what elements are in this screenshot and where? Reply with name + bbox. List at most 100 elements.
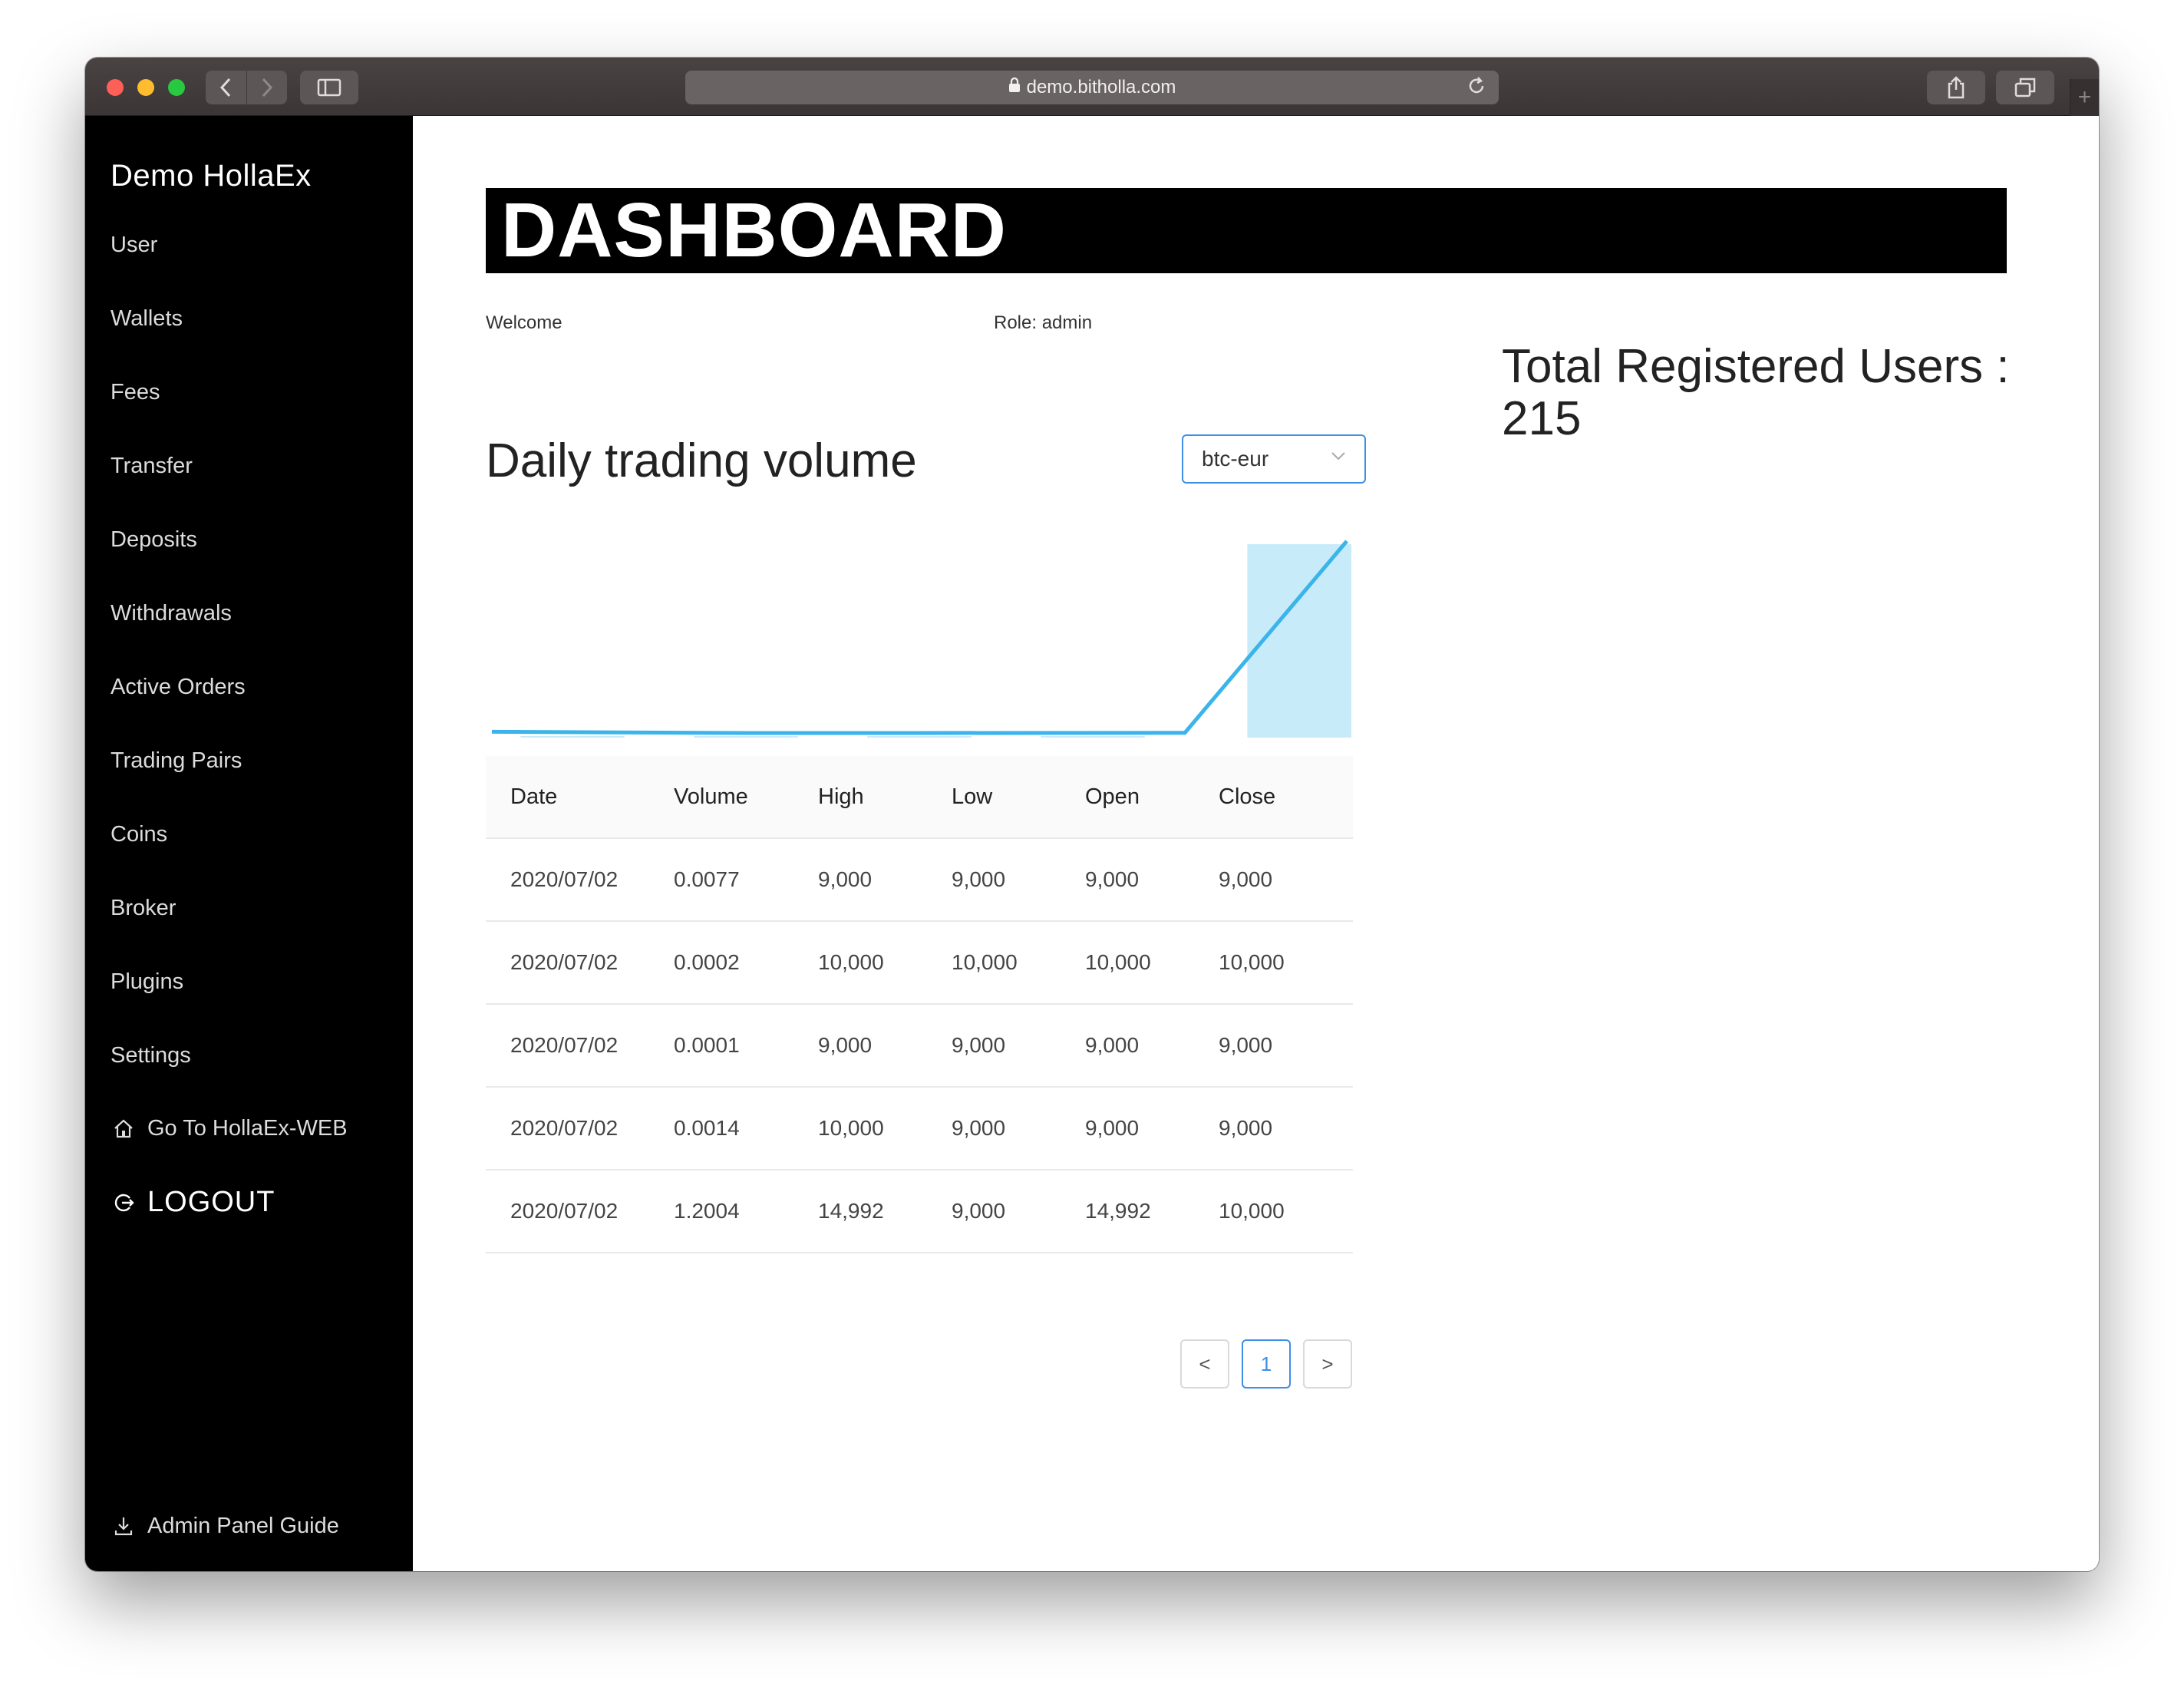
sidebar-item-coins[interactable]: Coins [111,822,167,847]
logout-icon [111,1190,137,1216]
cell-date: 2020/07/02 [510,1116,619,1140]
chevron-right-icon [262,78,272,97]
cell-close: 9,000 [1219,867,1273,891]
sidebar-icon [317,78,341,97]
sidebar-item-user[interactable]: User [111,233,157,258]
total-registered-users: Total Registered Users : 215 [1502,340,2010,445]
trading-pair-value: btc-eur [1202,447,1269,471]
sidebar-toggle-button[interactable] [300,71,358,104]
header-close[interactable]: Close [1219,784,1353,810]
volume-line [491,540,1348,735]
close-window-button[interactable] [107,79,124,96]
table-row: 2020/07/02 0.0001 9,000 9,000 9,000 9,00… [486,1005,1353,1088]
browser-titlebar: demo.bitholla.com + [85,58,2099,116]
address-bar[interactable]: demo.bitholla.com [685,71,1499,104]
table-row: 2020/07/02 0.0014 10,000 9,000 9,000 9,0… [486,1088,1353,1171]
chart-title: Daily trading volume [486,434,917,487]
cell-open: 9,000 [1085,1033,1140,1057]
header-high[interactable]: High [818,784,952,810]
header-open[interactable]: Open [1085,784,1219,810]
logout-label: LOGOUT [147,1186,275,1218]
download-icon [111,1513,137,1539]
share-icon [1948,76,1965,99]
cell-close: 10,000 [1219,950,1285,974]
sidebar-item-trading-pairs[interactable]: Trading Pairs [111,748,242,774]
cell-volume: 1.2004 [674,1199,740,1223]
chevron-down-icon [1331,452,1345,461]
tab-overview-button[interactable] [1996,71,2054,104]
pagination-prev-button[interactable]: < [1180,1339,1229,1388]
cell-open: 9,000 [1085,1116,1140,1140]
chevron-left-icon [220,78,231,97]
sidebar-item-deposits[interactable]: Deposits [111,527,197,553]
cell-high: 10,000 [818,1116,884,1140]
brand-title: Demo HollaEx [111,159,312,193]
cell-volume: 0.0002 [674,950,740,974]
volume-bar [694,736,798,738]
cell-high: 9,000 [818,1033,873,1057]
cell-date: 2020/07/02 [510,1033,619,1057]
cell-low: 9,000 [952,1033,1006,1057]
volume-bar [867,736,972,738]
minimize-window-button[interactable] [137,79,154,96]
logout-button[interactable]: LOGOUT [111,1186,275,1219]
cell-close: 10,000 [1219,1199,1285,1223]
trading-pair-select[interactable]: btc-eur [1182,434,1366,484]
sidebar-item-wallets[interactable]: Wallets [111,306,183,332]
zoom-window-button[interactable] [168,79,185,96]
trades-table: Date Volume High Low Open Close 2020/07/… [486,756,1353,1253]
browser-window: demo.bitholla.com + Demo HollaEx User Wa… [85,58,2099,1571]
welcome-text: Welcome [486,312,562,333]
table-row: 2020/07/02 0.0002 10,000 10,000 10,000 1… [486,922,1353,1005]
plus-icon: + [2077,84,2092,110]
reload-icon[interactable] [1466,75,1486,102]
cell-close: 9,000 [1219,1033,1273,1057]
cell-low: 9,000 [952,1116,1006,1140]
cell-date: 2020/07/02 [510,950,619,974]
cell-volume: 0.0077 [674,867,740,891]
role-text: Role: admin [994,312,1093,333]
sidebar-item-broker[interactable]: Broker [111,896,176,921]
sidebar-item-transfer[interactable]: Transfer [111,454,193,479]
admin-app: Demo HollaEx User Wallets Fees Transfer … [85,116,2099,1571]
sidebar-item-settings[interactable]: Settings [111,1043,191,1068]
admin-panel-guide-label: Admin Panel Guide [147,1513,339,1538]
cell-close: 9,000 [1219,1116,1273,1140]
cell-high: 14,992 [818,1199,884,1223]
cell-date: 2020/07/02 [510,867,619,891]
new-tab-button[interactable]: + [2070,79,2099,116]
share-button[interactable] [1927,71,1985,104]
cell-high: 10,000 [818,950,884,974]
sidebar-item-plugins[interactable]: Plugins [111,969,183,995]
sidebar-item-active-orders[interactable]: Active Orders [111,675,246,700]
sidebar: Demo HollaEx User Wallets Fees Transfer … [85,116,413,1571]
pagination-next-button[interactable]: > [1303,1339,1352,1388]
pagination-page-1[interactable]: 1 [1242,1339,1291,1388]
table-row: 2020/07/02 0.0077 9,000 9,000 9,000 9,00… [486,839,1353,922]
lock-icon [1008,77,1021,97]
go-to-web-label: Go To HollaEx-WEB [147,1115,348,1141]
cell-low: 9,000 [952,867,1006,891]
sidebar-item-withdrawals[interactable]: Withdrawals [111,601,232,626]
volume-bar [1041,736,1145,738]
cell-low: 10,000 [952,950,1018,974]
cell-open: 9,000 [1085,867,1140,891]
back-button[interactable] [206,71,246,104]
cell-high: 9,000 [818,867,873,891]
cell-open: 10,000 [1085,950,1151,974]
header-low[interactable]: Low [952,784,1085,810]
volume-chart [491,540,1351,738]
history-nav [206,71,287,104]
cell-low: 9,000 [952,1199,1006,1223]
header-volume[interactable]: Volume [674,784,818,810]
header-date[interactable]: Date [486,784,674,810]
tabs-icon [2014,78,2036,97]
forward-button[interactable] [246,71,288,104]
table-row: 2020/07/02 1.2004 14,992 9,000 14,992 10… [486,1171,1353,1253]
sidebar-item-go-to-web[interactable]: Go To HollaEx-WEB [111,1115,348,1141]
sidebar-item-fees[interactable]: Fees [111,380,160,405]
main-content: DASHBOARD Welcome Role: admin Total Regi… [413,116,2099,1571]
table-header: Date Volume High Low Open Close [486,756,1353,839]
admin-panel-guide-link[interactable]: Admin Panel Guide [111,1513,339,1539]
cell-volume: 0.0001 [674,1033,740,1057]
